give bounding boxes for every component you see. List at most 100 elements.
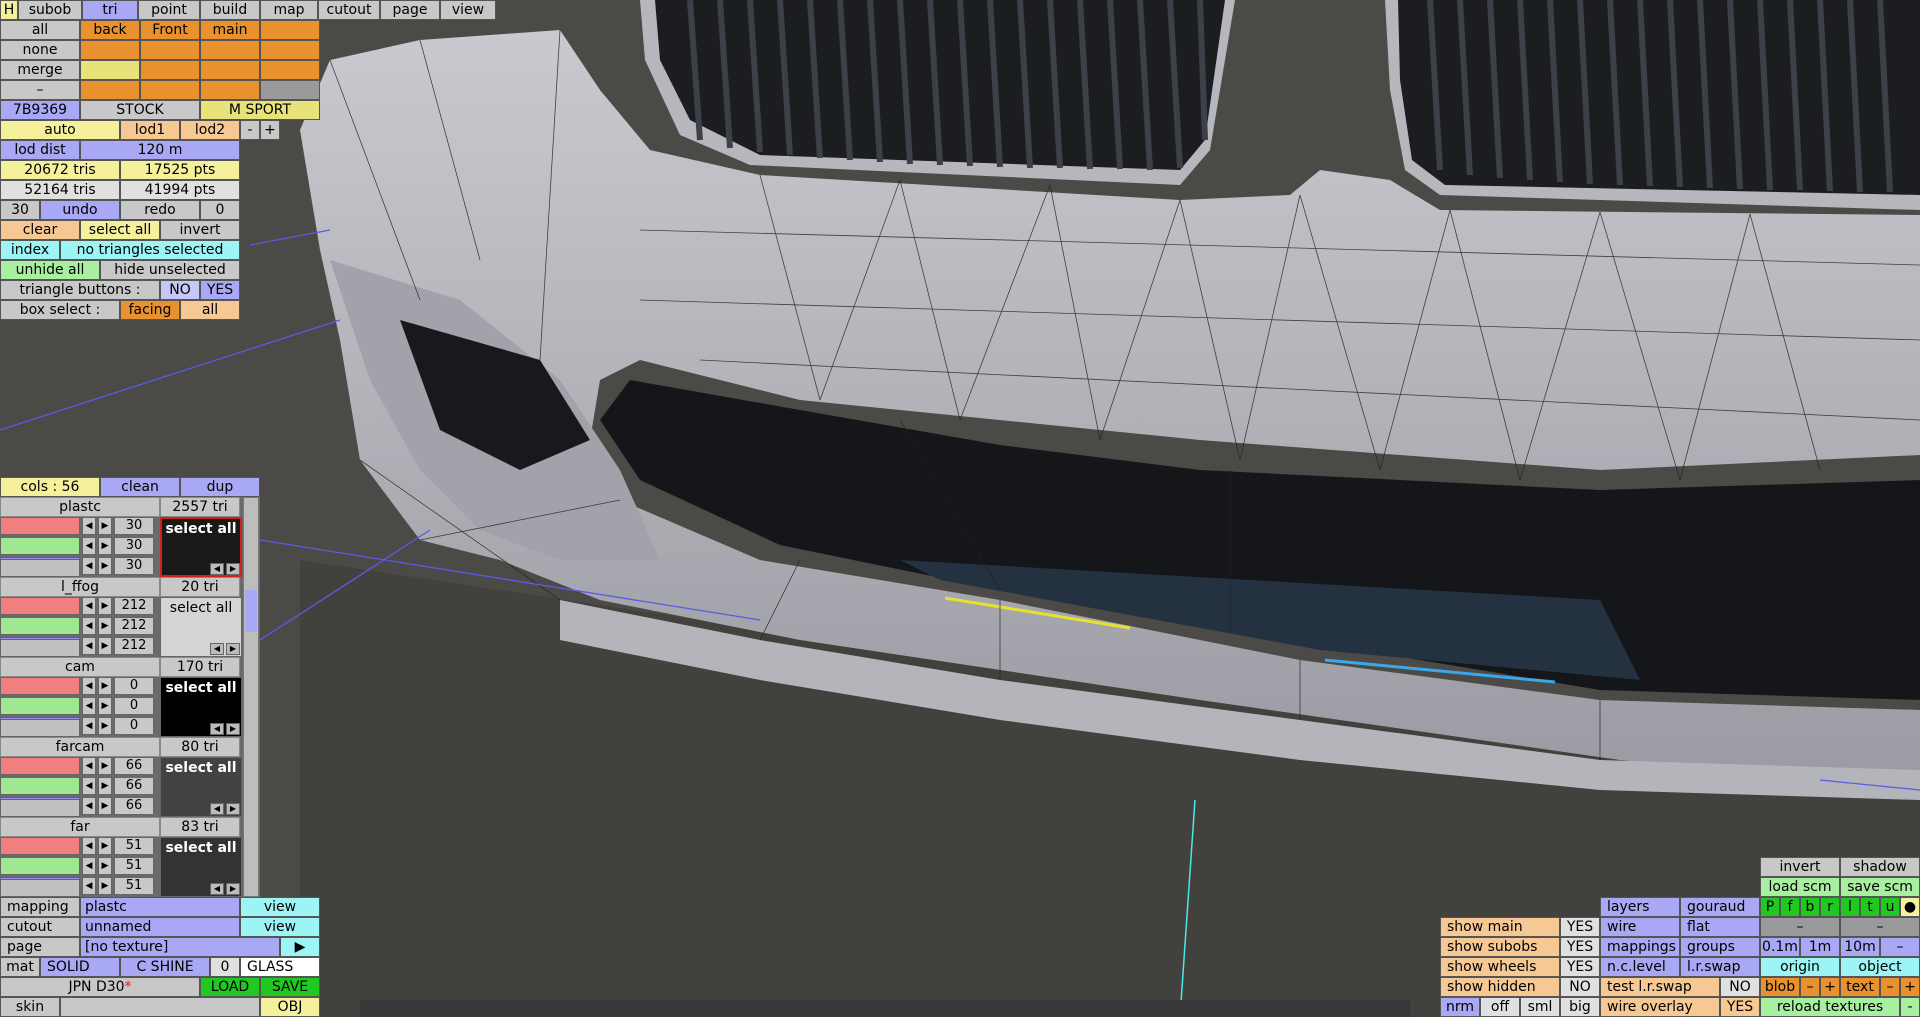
color-value-g[interactable]: 212 [114,617,154,635]
wire-overlay-yes[interactable]: YES [1720,997,1760,1017]
decrease-arrow-icon[interactable]: ◀ [82,597,96,615]
reload-dash[interactable]: - [1900,997,1920,1017]
page-next-button[interactable]: ▶ [280,937,320,957]
blob-plus[interactable]: + [1820,977,1840,997]
color-value-r[interactable]: 51 [114,837,154,855]
subob-cell[interactable] [200,80,260,100]
color-slider-r[interactable] [0,517,80,535]
material-name[interactable]: plastc [0,497,160,517]
lod-auto-button[interactable]: auto [0,120,120,140]
view-axis-p[interactable]: P [1760,897,1780,917]
invert-button[interactable]: invert [160,220,240,240]
material-name[interactable]: far [0,817,160,837]
undo-button[interactable]: undo [40,200,120,220]
tab-page[interactable]: page [380,0,440,20]
test-lr-swap-no[interactable]: NO [1720,977,1760,997]
subob-cell[interactable] [260,80,320,100]
color-slider-a[interactable] [0,879,80,897]
scrollbar-thumb[interactable] [245,590,257,632]
text-button[interactable]: text [1840,977,1880,997]
increase-arrow-icon[interactable]: ▶ [98,877,112,895]
subob-cell[interactable] [260,60,320,80]
select-all-label[interactable]: select all [165,760,236,776]
color-value-r[interactable]: 0 [114,677,154,695]
increase-arrow-icon[interactable]: ▶ [98,637,112,655]
nc-level-button[interactable]: n.c.level [1600,957,1680,977]
blob-button[interactable]: blob [1760,977,1800,997]
increase-arrow-icon[interactable]: ▶ [98,537,112,555]
page-prev-icon[interactable]: ◀ [210,723,224,735]
variant-msport-button[interactable]: M SPORT [200,100,320,120]
unhide-all-button[interactable]: unhide all [0,260,100,280]
3d-viewport[interactable] [0,0,1920,1017]
page-prev-icon[interactable]: ◀ [210,803,224,815]
material-name[interactable]: cam [0,657,160,677]
dist-1m[interactable]: 1m [1800,937,1840,957]
dot-button[interactable]: ● [1900,897,1920,917]
color-value-g[interactable]: 51 [114,857,154,875]
color-slider-r[interactable] [0,837,80,855]
triangle-buttons-no[interactable]: NO [160,280,200,300]
color-slider-a[interactable] [0,639,80,657]
nrm-button[interactable]: nrm [1440,997,1480,1017]
dist-10m[interactable]: 10m [1840,937,1880,957]
save-button[interactable]: SAVE [260,977,320,997]
dup-button[interactable]: dup [180,477,260,497]
decrease-arrow-icon[interactable]: ◀ [82,557,96,575]
lod-minus-button[interactable]: - [240,120,260,140]
wire-button[interactable]: wire [1600,917,1680,937]
cutout-view-button[interactable]: view [240,917,320,937]
decrease-arrow-icon[interactable]: ◀ [82,617,96,635]
dist-dash[interactable]: – [1880,937,1920,957]
color-value-b[interactable]: 0 [114,717,154,735]
material-name[interactable]: l_ffog [0,577,160,597]
object-button[interactable]: object [1840,957,1920,977]
view-axis-f[interactable]: f [1780,897,1800,917]
mappings-button[interactable]: mappings [1600,937,1680,957]
load-scm-button[interactable]: load scm [1760,877,1840,897]
mat-solid-button[interactable]: SOLID [40,957,120,977]
color-slider-g[interactable] [0,537,80,555]
show-wheels-yes[interactable]: YES [1560,957,1600,977]
increase-arrow-icon[interactable]: ▶ [98,597,112,615]
subob-cell[interactable] [80,80,140,100]
mapping-value[interactable]: plastc [80,897,240,917]
tab-h[interactable]: H [0,0,18,20]
color-slider-r[interactable] [0,677,80,695]
select-all-label[interactable]: select all [165,680,236,696]
cutout-value[interactable]: unnamed [80,917,240,937]
variant-stock-button[interactable]: STOCK [80,100,200,120]
color-value-b[interactable]: 66 [114,797,154,815]
subob-merge[interactable]: merge [0,60,80,80]
color-value-r[interactable]: 212 [114,597,154,615]
blob-minus[interactable]: – [1800,977,1820,997]
invert-view-button[interactable]: invert [1760,857,1840,877]
tab-subob[interactable]: subob [18,0,82,20]
lod2-button[interactable]: lod2 [180,120,240,140]
subob-cell[interactable] [80,40,140,60]
subob-cell[interactable] [200,40,260,60]
subob-front[interactable]: Front [140,20,200,40]
select-all-button[interactable]: select all [80,220,160,240]
reload-textures-button[interactable]: reload textures [1760,997,1900,1017]
box-select-all[interactable]: all [180,300,240,320]
decrease-arrow-icon[interactable]: ◀ [82,537,96,555]
obj-button[interactable]: OBJ [260,997,320,1017]
color-slider-r[interactable] [0,757,80,775]
decrease-arrow-icon[interactable]: ◀ [82,777,96,795]
shadow-button[interactable]: shadow [1840,857,1920,877]
color-value-g[interactable]: 30 [114,537,154,555]
increase-arrow-icon[interactable]: ▶ [98,557,112,575]
show-wheels-button[interactable]: show wheels [1440,957,1560,977]
select-all-label[interactable]: select all [170,600,232,616]
origin-button[interactable]: origin [1760,957,1840,977]
lod-plus-button[interactable]: + [260,120,280,140]
increase-arrow-icon[interactable]: ▶ [98,717,112,735]
page-next-icon[interactable]: ▶ [226,723,240,735]
view-axis-r[interactable]: r [1820,897,1840,917]
index-button[interactable]: index [0,240,60,260]
clear-button[interactable]: clear [0,220,80,240]
increase-arrow-icon[interactable]: ▶ [98,517,112,535]
tab-build[interactable]: build [200,0,260,20]
hide-unselected-button[interactable]: hide unselected [100,260,240,280]
